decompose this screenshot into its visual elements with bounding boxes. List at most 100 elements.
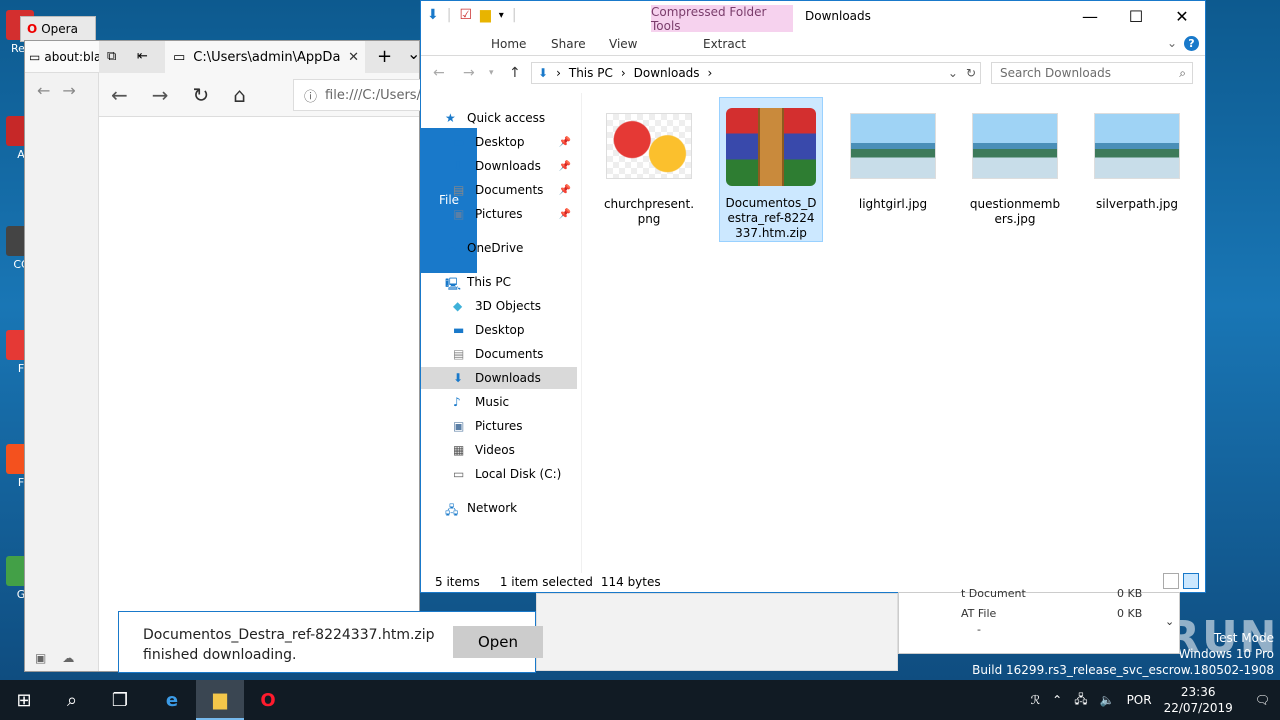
- up-icon[interactable]: ↑: [509, 65, 521, 81]
- volume-icon[interactable]: 🔈: [1100, 693, 1115, 707]
- edge-active-tab[interactable]: ▭ C:\Users\admin\AppDat ✕: [165, 41, 365, 73]
- nav-item-label: Documents: [475, 183, 544, 197]
- forward-icon[interactable]: →: [62, 81, 75, 100]
- nav-item-documents[interactable]: ▤ Documents: [421, 343, 577, 365]
- address-dropdown-icon[interactable]: ⌄: [948, 66, 958, 80]
- background-window: t Document 0 KB AT File 0 KB - ⌄: [898, 587, 1180, 654]
- download-icon: ⬇: [453, 159, 464, 173]
- nav-item-label: Documents: [475, 347, 544, 361]
- properties-icon[interactable]: ☑: [459, 7, 472, 23]
- search-input[interactable]: Search Downloads ⌕: [991, 62, 1193, 84]
- nav-item-this-pc[interactable]: 🖳 This PC: [421, 271, 577, 293]
- info-icon: ⓘ: [304, 89, 318, 105]
- file-item[interactable]: churchpresent.png: [597, 97, 701, 242]
- refresh-icon[interactable]: ↻: [193, 83, 210, 107]
- nav-item-documents[interactable]: ▤ Documents 📌: [421, 179, 577, 201]
- opera-window-tab[interactable]: O Opera: [20, 16, 96, 42]
- open-button[interactable]: Open: [453, 626, 543, 658]
- item-count: 5 items: [435, 575, 480, 589]
- chevron-up-icon[interactable]: ⌃: [1052, 693, 1062, 707]
- maximize-button[interactable]: ☐: [1113, 1, 1159, 31]
- refresh-icon[interactable]: ↻: [966, 66, 976, 80]
- new-tab-icon[interactable]: +: [377, 46, 392, 67]
- edge-side-panel: ▭ about:bla ← → ▣ ☁: [25, 41, 101, 671]
- file-item[interactable]: silverpath.jpg: [1085, 97, 1189, 242]
- ribbon-expand-icon[interactable]: ⌄: [1167, 36, 1177, 50]
- explorer-taskbar-button[interactable]: ▆: [196, 680, 244, 720]
- back-icon[interactable]: ←: [37, 81, 50, 100]
- file-item[interactable]: Documentos_Destra_ref-8224337.htm.zip: [719, 97, 823, 242]
- edge-bottom-icons: ▣ ☁: [35, 651, 74, 665]
- nav-item-label: Pictures: [475, 207, 523, 221]
- people-icon[interactable]: ℛ: [1031, 693, 1041, 707]
- clock[interactable]: 23:36 22/07/2019: [1164, 684, 1233, 716]
- edge-address-bar[interactable]: ⓘ file:///C:/Users/a: [293, 79, 423, 111]
- back-icon[interactable]: ←: [433, 65, 445, 81]
- nav-item-desktop[interactable]: ▬ Desktop 📌: [421, 131, 577, 153]
- clock-date: 22/07/2019: [1163, 701, 1233, 715]
- network-icon[interactable]: 🖧: [1074, 690, 1087, 711]
- nav-item-videos[interactable]: ▦ Videos: [421, 439, 577, 461]
- new-folder-icon[interactable]: ▆: [480, 7, 491, 23]
- download-icon[interactable]: ⬇: [427, 7, 439, 23]
- qat-chevron-icon[interactable]: ▾: [499, 10, 504, 21]
- back-icon[interactable]: ←: [111, 83, 128, 107]
- back-row-name: t Document: [961, 587, 1026, 600]
- nav-item-quick-access[interactable]: ★ Quick access: [421, 107, 577, 129]
- nav-item-downloads[interactable]: ⬇ Downloads 📌: [421, 155, 577, 177]
- nav-item-3d-objects[interactable]: ◆ 3D Objects: [421, 295, 577, 317]
- task-view-button[interactable]: ❐: [96, 680, 144, 720]
- search-button[interactable]: ⌕: [48, 680, 96, 720]
- file-item[interactable]: questionmembers.jpg: [963, 97, 1067, 242]
- tab-share[interactable]: Share: [551, 32, 586, 55]
- tab-set-aside-icon[interactable]: ⇤: [137, 49, 148, 64]
- nav-item-music[interactable]: ♪ Music: [421, 391, 577, 413]
- nav-item-onedrive[interactable]: ☁ OneDrive: [421, 237, 577, 259]
- nav-item-local-disk-c[interactable]: ▭ Local Disk (C:): [421, 463, 577, 485]
- nav-item-desktop[interactable]: ▬ Desktop: [421, 319, 577, 341]
- tab-home[interactable]: Home: [491, 32, 526, 55]
- forward-icon[interactable]: →: [152, 83, 169, 107]
- nav-item-network[interactable]: 🖧 Network: [421, 497, 577, 519]
- tab-preview-icon[interactable]: ⧉: [107, 49, 116, 64]
- cloud-icon[interactable]: ☁: [62, 651, 74, 665]
- nav-item-downloads[interactable]: ⬇ Downloads: [421, 367, 577, 389]
- language-indicator[interactable]: POR: [1127, 693, 1152, 707]
- edge-url-text: file:///C:/Users/a: [325, 87, 423, 103]
- tab-extract[interactable]: Extract: [703, 32, 746, 55]
- nav-item-pictures[interactable]: ▣ Pictures: [421, 415, 577, 437]
- chevron-down-icon[interactable]: ⌄: [407, 44, 420, 63]
- file-name: churchpresent.png: [603, 197, 695, 226]
- cube-icon: ◆: [453, 299, 463, 313]
- breadcrumb-downloads[interactable]: Downloads: [634, 66, 700, 80]
- opera-taskbar-button[interactable]: O: [244, 680, 292, 720]
- details-view-button[interactable]: [1163, 573, 1179, 589]
- home-icon[interactable]: ⌂: [233, 83, 246, 107]
- nav-item-pictures[interactable]: ▣ Pictures 📌: [421, 203, 577, 225]
- tabs-icon[interactable]: ▣: [35, 651, 46, 665]
- cloud-icon: ☁: [445, 241, 457, 255]
- forward-icon[interactable]: →: [463, 65, 475, 81]
- close-tab-icon[interactable]: ✕: [348, 50, 359, 65]
- edge-tab-blank[interactable]: ▭ about:bla: [25, 41, 101, 73]
- file-item[interactable]: lightgirl.jpg: [841, 97, 945, 242]
- scroll-down-icon[interactable]: ⌄: [1165, 615, 1174, 628]
- breadcrumb-this-pc[interactable]: This PC: [569, 66, 613, 80]
- address-bar[interactable]: ⬇ › This PC › Downloads › ⌄ ↻: [531, 62, 981, 84]
- recent-locations-icon[interactable]: ▾: [489, 68, 494, 78]
- help-icon[interactable]: ?: [1184, 36, 1199, 51]
- edge-taskbar-button[interactable]: e: [148, 680, 196, 720]
- file-name: questionmembers.jpg: [969, 197, 1061, 226]
- close-button[interactable]: ✕: [1159, 1, 1205, 31]
- tab-view[interactable]: View: [609, 32, 637, 55]
- start-button[interactable]: ⊞: [0, 680, 48, 720]
- winrar-archive-icon: [726, 108, 816, 186]
- large-icons-view-button[interactable]: [1183, 573, 1199, 589]
- notifications-icon[interactable]: 🗨: [1255, 693, 1270, 707]
- pane-divider: [581, 93, 582, 573]
- download-bar-extension: [536, 593, 898, 671]
- divider: |: [511, 7, 517, 23]
- nav-item-label: Network: [467, 501, 518, 515]
- minimize-button[interactable]: —: [1067, 1, 1113, 31]
- nav-item-label: Desktop: [475, 135, 525, 149]
